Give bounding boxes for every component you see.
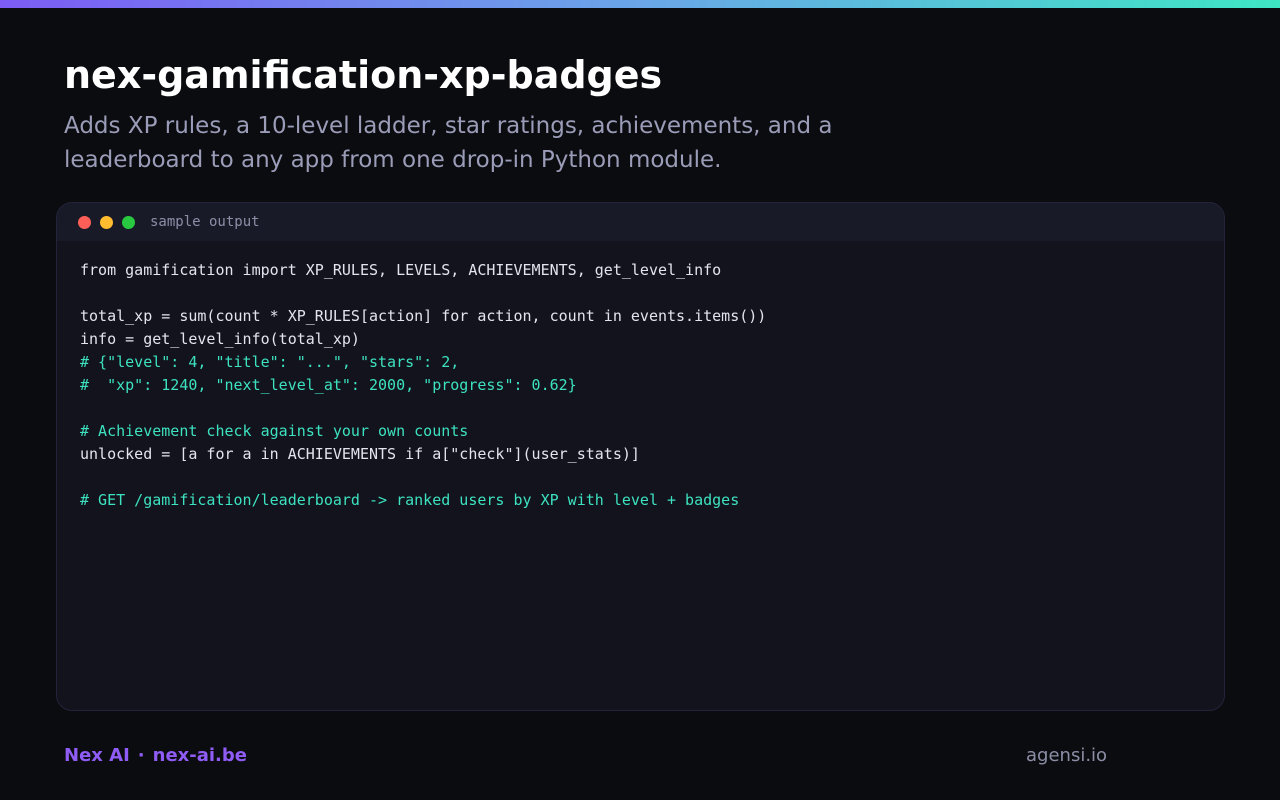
code-comment-line: # Achievement check against your own cou… (80, 422, 469, 440)
code-window-title: sample output (150, 214, 260, 230)
top-gradient-bar (0, 0, 1280, 8)
footer-credit[interactable]: agensi.io (1026, 744, 1107, 768)
footer-separator: · (137, 745, 145, 766)
code-line: info = get_level_info(total_xp) (80, 330, 360, 348)
close-dot-icon (78, 216, 91, 229)
page-subtitle: Adds XP rules, a 10-level ladder, star r… (64, 113, 833, 173)
code-window-titlebar: sample output (57, 203, 1224, 241)
minimize-dot-icon (100, 216, 113, 229)
code-window: sample output from gamification import X… (56, 202, 1225, 711)
page-title: nex-gamification-xp-badges (64, 53, 663, 97)
code-block: from gamification import XP_RULES, LEVEL… (80, 259, 766, 512)
code-line: from gamification import XP_RULES, LEVEL… (80, 261, 722, 279)
code-line: total_xp = sum(count * XP_RULES[action] … (80, 307, 767, 325)
code-comment-line: # GET /gamification/leaderboard -> ranke… (80, 491, 740, 509)
code-comment-line: # {"level": 4, "title": "...", "stars": … (80, 353, 460, 371)
code-line: unlocked = [a for a in ACHIEVEMENTS if a… (80, 445, 640, 463)
code-comment-line: # "xp": 1240, "next_level_at": 2000, "pr… (80, 376, 577, 394)
maximize-dot-icon (122, 216, 135, 229)
site-link[interactable]: nex-ai.be (153, 745, 247, 766)
footer-brand: Nex AI · nex-ai.be (64, 744, 247, 768)
brand-name: Nex AI (64, 745, 130, 766)
